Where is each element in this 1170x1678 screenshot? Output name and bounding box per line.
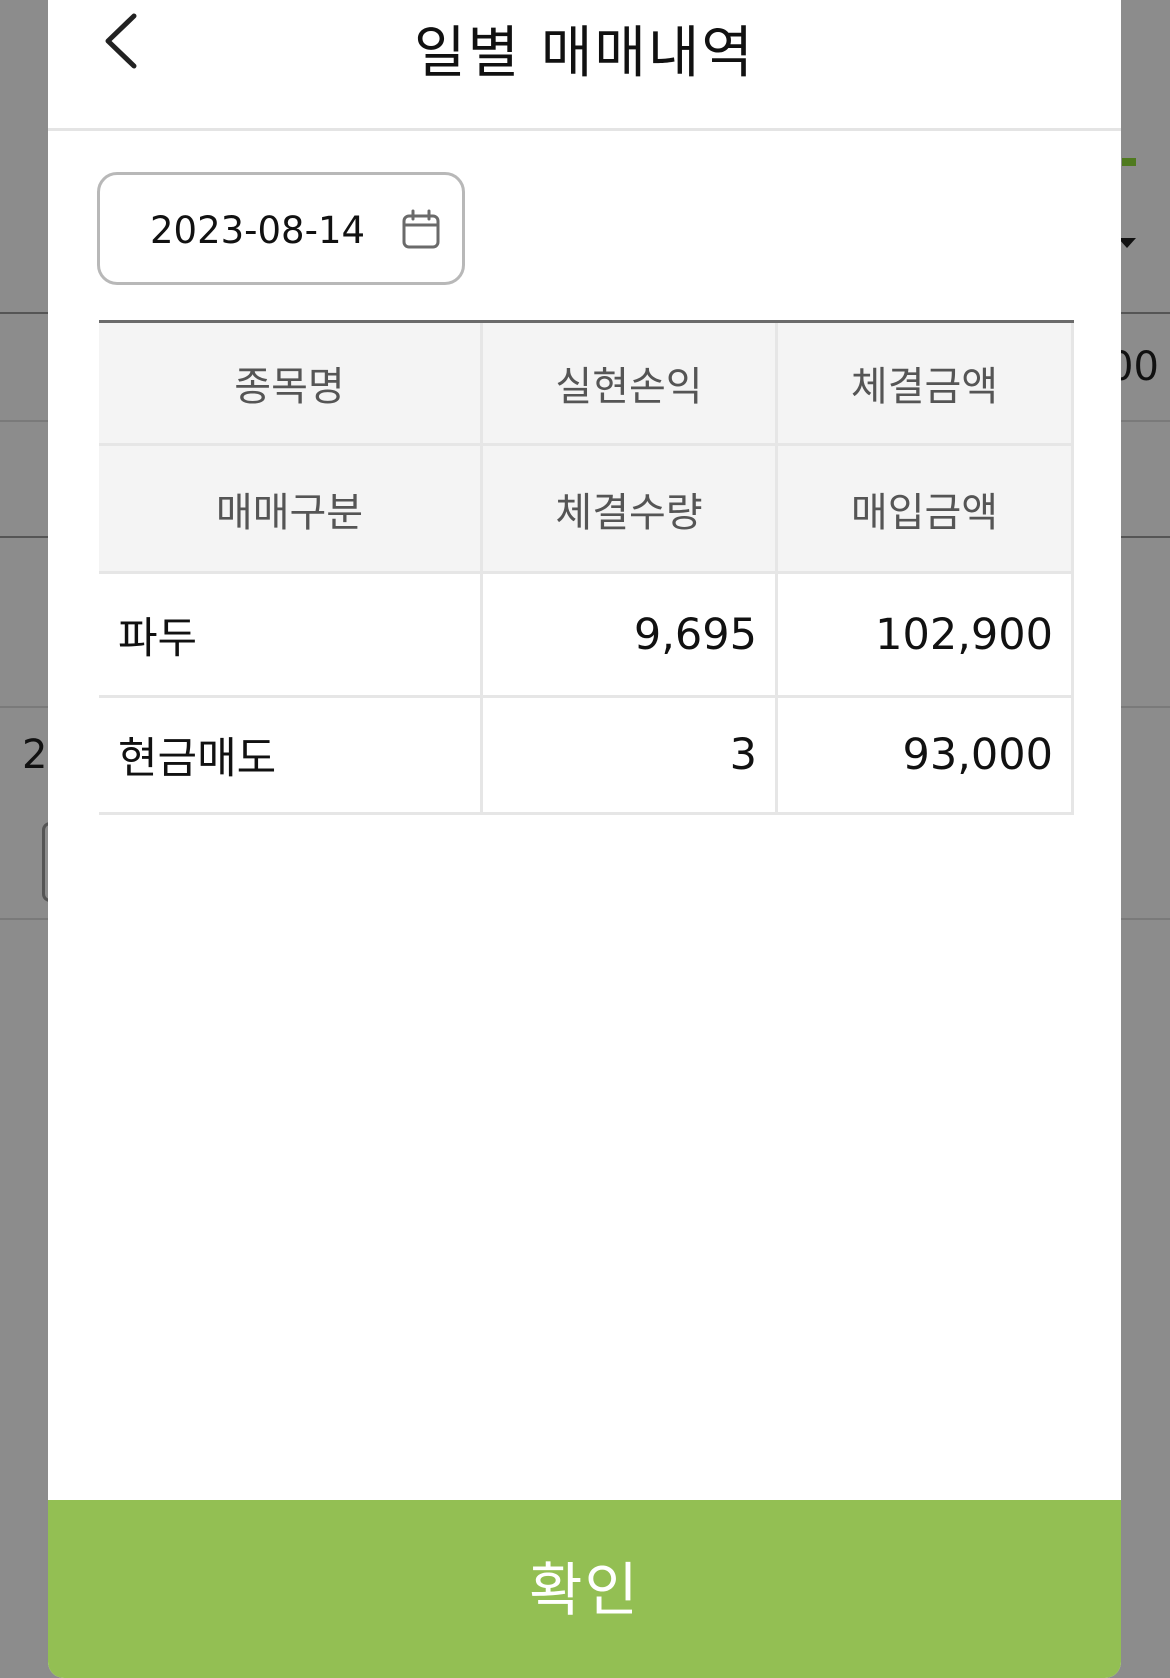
background-partial-text: 2 xyxy=(22,732,48,778)
cell-stock-name: 파두 xyxy=(99,574,483,698)
cell-execution-amount: 102,900 xyxy=(778,574,1074,698)
header-execution-amount: 체결금액 xyxy=(778,323,1074,446)
page-title: 일별 매매내역 xyxy=(414,21,755,86)
date-value: 2023-08-14 xyxy=(150,209,366,252)
trade-history-table: 종목명 실현손익 체결금액 매매구분 체결수량 매입금액 파두 9,695 10… xyxy=(99,320,1074,815)
cell-trade-type: 현금매도 xyxy=(99,698,483,815)
table-header-row: 매매구분 체결수량 매입금액 xyxy=(99,446,1074,574)
calendar-icon[interactable] xyxy=(400,209,442,251)
cell-execution-qty: 3 xyxy=(483,698,778,815)
cell-purchase-amount: 93,000 xyxy=(778,698,1074,815)
modal-header: 일별 매매내역 xyxy=(48,0,1121,131)
background-accent-mark xyxy=(1122,158,1136,166)
date-picker-field[interactable]: 2023-08-14 xyxy=(97,172,465,285)
header-purchase-amount: 매입금액 xyxy=(778,446,1074,574)
cell-realized-profit: 9,695 xyxy=(483,574,778,698)
table-header-row: 종목명 실현손익 체결금액 xyxy=(99,323,1074,446)
table-row[interactable]: 현금매도 3 93,000 xyxy=(99,698,1074,815)
header-execution-qty: 체결수량 xyxy=(483,446,778,574)
confirm-button[interactable]: 확인 xyxy=(48,1500,1121,1678)
header-stock-name: 종목명 xyxy=(99,323,483,446)
daily-trade-history-modal: 일별 매매내역 2023-08-14 종목명 실현손익 체결금액 매매구분 체결… xyxy=(48,0,1121,1678)
table-row[interactable]: 파두 9,695 102,900 xyxy=(99,574,1074,698)
header-realized-profit: 실현손익 xyxy=(483,323,778,446)
header-trade-type: 매매구분 xyxy=(99,446,483,574)
